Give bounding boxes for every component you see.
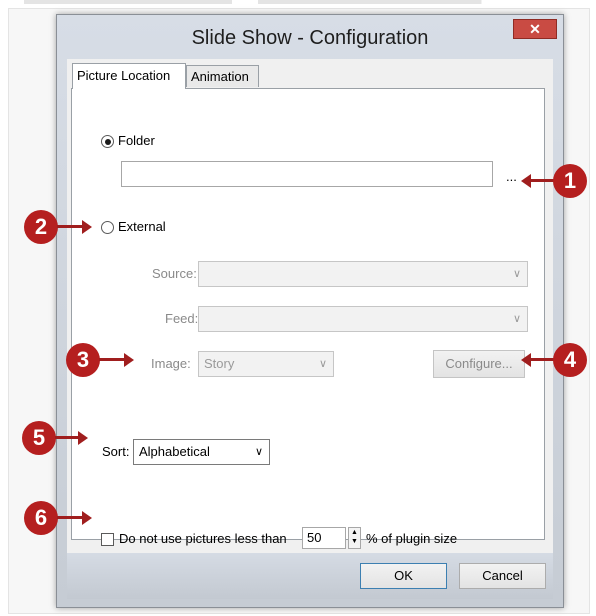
source-dropdown[interactable]: ∨ bbox=[198, 261, 528, 287]
sort-dropdown[interactable]: Alphabetical ∨ bbox=[133, 439, 270, 465]
callout-3-arrow bbox=[99, 358, 125, 361]
callout-badge-2: 2 bbox=[24, 210, 58, 244]
sort-value: Alphabetical bbox=[139, 444, 210, 459]
image-dropdown[interactable]: Story ∨ bbox=[198, 351, 334, 377]
image-value: Story bbox=[204, 356, 235, 371]
callout-6-arrowhead bbox=[82, 511, 92, 525]
picture-location-panel: Folder ... External Source: ∨ Feed: ∨ Im… bbox=[71, 88, 545, 549]
external-label: External bbox=[118, 219, 166, 234]
close-icon: ✕ bbox=[529, 21, 541, 37]
sort-label: Sort: bbox=[102, 444, 130, 459]
min-size-label: Do not use pictures less than bbox=[119, 531, 287, 546]
callout-1-arrow bbox=[530, 179, 554, 182]
dialog-title: Slide Show - Configuration bbox=[191, 27, 429, 49]
callout-badge-3: 3 bbox=[66, 343, 100, 377]
min-size-suffix: % of plugin size bbox=[366, 531, 458, 546]
cropped-text-remnant bbox=[24, 0, 544, 4]
cancel-button[interactable]: Cancel bbox=[459, 563, 546, 589]
title-bar[interactable]: Slide Show - Configuration ✕ bbox=[57, 15, 563, 59]
callout-badge-4: 4 bbox=[553, 343, 587, 377]
callout-2-arrowhead bbox=[82, 220, 92, 234]
source-label: Source: bbox=[152, 266, 197, 281]
external-radio[interactable] bbox=[101, 221, 114, 234]
callout-5-arrow bbox=[55, 436, 79, 439]
image-label: Image: bbox=[151, 356, 191, 371]
close-button[interactable]: ✕ bbox=[513, 19, 557, 39]
tab-picture-location[interactable]: Picture Location bbox=[72, 63, 186, 89]
configure-button[interactable]: Configure... bbox=[433, 350, 525, 378]
configuration-dialog: Slide Show - Configuration ✕ Picture Loc… bbox=[56, 14, 564, 608]
callout-badge-6: 6 bbox=[24, 501, 58, 535]
callout-3-arrowhead bbox=[124, 353, 134, 367]
ok-button[interactable]: OK bbox=[360, 563, 447, 589]
callout-badge-5: 5 bbox=[22, 421, 56, 455]
chevron-down-icon: ∨ bbox=[318, 358, 327, 370]
button-bar: OK Cancel bbox=[67, 553, 553, 599]
folder-path-input[interactable] bbox=[121, 161, 493, 187]
browse-folder-button[interactable]: ... bbox=[506, 169, 517, 184]
callout-badge-1: 1 bbox=[553, 164, 587, 198]
feed-dropdown[interactable]: ∨ bbox=[198, 306, 528, 332]
folder-label: Folder bbox=[118, 133, 155, 148]
spin-arrows-icon[interactable]: ▲ ▼ bbox=[348, 527, 361, 549]
folder-radio[interactable] bbox=[101, 135, 114, 148]
callout-5-arrowhead bbox=[78, 431, 88, 445]
chevron-down-icon: ∨ bbox=[512, 313, 521, 325]
min-size-checkbox[interactable] bbox=[101, 533, 114, 546]
chevron-down-icon: ∨ bbox=[512, 268, 521, 280]
feed-label: Feed: bbox=[165, 311, 199, 326]
chevron-down-icon: ∨ bbox=[254, 446, 263, 458]
min-size-input[interactable]: 50 bbox=[302, 527, 346, 549]
callout-4-arrow bbox=[530, 358, 554, 361]
tab-animation[interactable]: Animation bbox=[186, 65, 259, 87]
dialog-client-area: Picture Location Animation Folder ... Ex… bbox=[67, 59, 553, 553]
callout-6-arrow bbox=[57, 516, 83, 519]
callout-2-arrow bbox=[57, 225, 83, 228]
